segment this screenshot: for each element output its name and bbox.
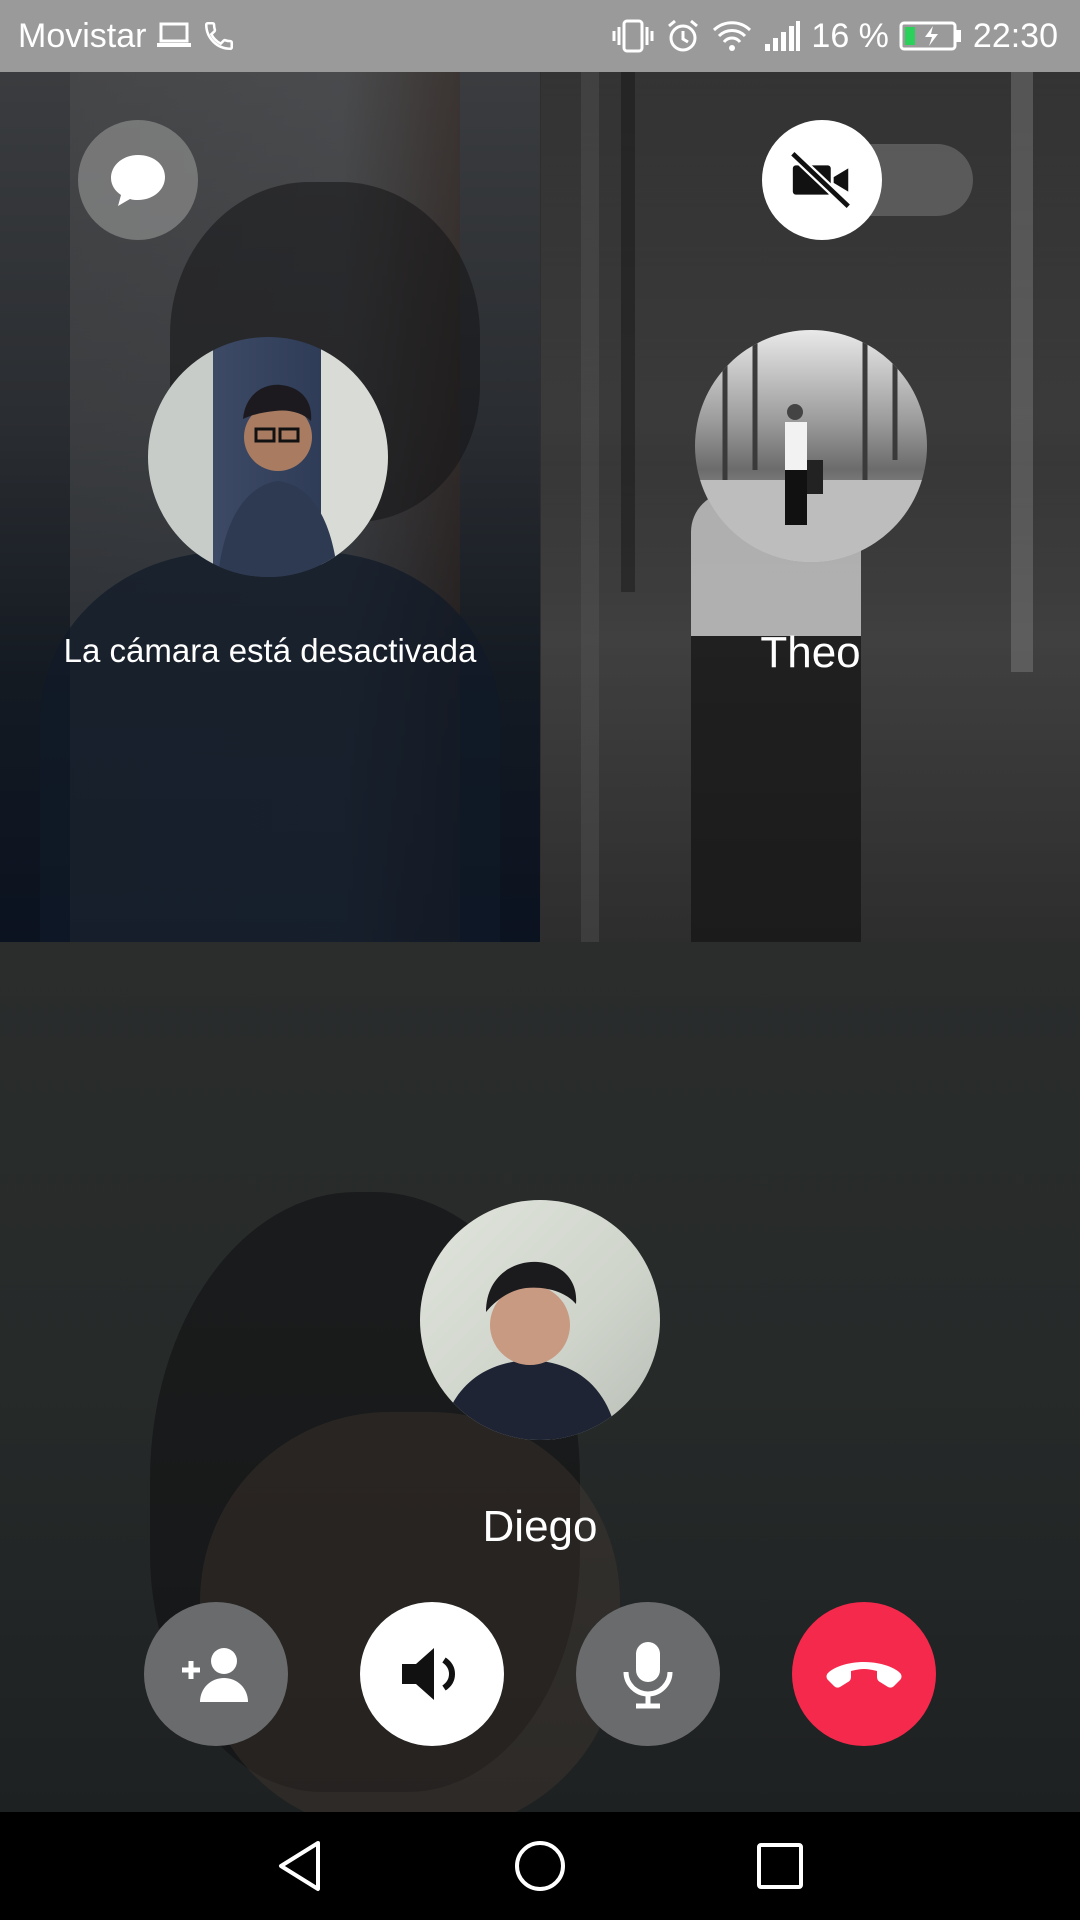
carrier-name: Movistar — [18, 16, 147, 55]
background-shoulders — [40, 552, 500, 942]
background-figure — [691, 492, 861, 942]
back-button[interactable] — [240, 1812, 360, 1920]
speaker-button[interactable] — [360, 1602, 504, 1746]
chat-icon — [111, 155, 165, 206]
tile-divider — [540, 72, 541, 942]
status-bar-left: Movistar — [18, 17, 236, 56]
wifi-icon — [711, 19, 753, 53]
phone-icon — [202, 19, 236, 53]
recents-icon — [757, 1843, 803, 1889]
battery-percent: 16 % — [811, 16, 889, 55]
avatar-diego-figure — [440, 1261, 618, 1440]
microphone-icon — [623, 1642, 673, 1709]
participant-name-diego: Diego — [482, 1502, 598, 1551]
camera-off-label: La cámara está desactivada — [63, 632, 477, 669]
chat-button[interactable] — [78, 120, 198, 240]
video-off-button[interactable] — [762, 120, 882, 240]
background-tree — [621, 72, 635, 592]
laptop-icon — [156, 21, 192, 51]
video-off-icon — [789, 150, 852, 210]
battery-charging-icon — [899, 20, 963, 52]
avatar-theo-figure — [695, 330, 927, 562]
recents-button[interactable] — [720, 1812, 840, 1920]
avatar-diego — [420, 1200, 660, 1440]
participant-tile-self[interactable]: La cámara está desactivada — [0, 72, 540, 942]
end-call-icon — [826, 1662, 902, 1688]
alarm-icon — [665, 18, 701, 54]
home-icon — [515, 1841, 565, 1891]
avatar-self-figure — [218, 384, 338, 577]
participant-tile-theo[interactable]: Theo — [541, 72, 1080, 942]
add-participant-button[interactable] — [144, 1602, 288, 1746]
end-call-button[interactable] — [792, 1602, 936, 1746]
status-bar: Movistar 16 % 22:30 — [0, 0, 1080, 72]
signal-icon — [763, 20, 801, 52]
avatar-self — [148, 337, 388, 577]
call-controls — [0, 1602, 1080, 1746]
back-icon — [279, 1841, 320, 1891]
microphone-button[interactable] — [576, 1602, 720, 1746]
avatar-theo — [695, 330, 927, 562]
participant-name-theo: Theo — [760, 628, 861, 677]
navigation-bar — [0, 1812, 1080, 1920]
home-button[interactable] — [480, 1812, 600, 1920]
clock: 22:30 — [972, 16, 1058, 55]
status-bar-right: 16 % 22:30 — [611, 17, 1058, 56]
vibrate-icon — [611, 19, 655, 53]
speaker-icon — [402, 1648, 456, 1700]
background-tree — [1011, 72, 1033, 672]
add-person-icon — [182, 1648, 248, 1702]
